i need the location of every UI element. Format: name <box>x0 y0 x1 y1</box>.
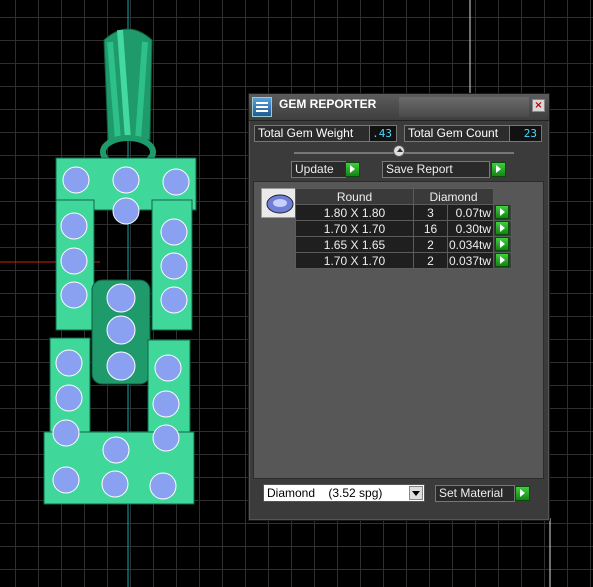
material-select[interactable]: Diamond (3.52 spg) <box>263 484 425 502</box>
gem-carat: 0.07tw <box>447 204 494 221</box>
save-report-button[interactable]: Save Report <box>382 161 490 178</box>
report-area: Round Diamond 1.80 X 1.80 3 0.07tw 1.70 … <box>253 181 544 479</box>
gem-count: 16 <box>413 220 448 237</box>
material-select-value: Diamond (3.52 spg) <box>267 486 383 500</box>
set-material-go-icon[interactable] <box>515 486 530 501</box>
header-material: Diamond <box>413 188 494 205</box>
table-row[interactable]: 1.65 X 1.65 2 0.034tw <box>295 236 512 253</box>
gem-count: 2 <box>413 252 448 269</box>
gem-size: 1.80 X 1.80 <box>295 204 414 221</box>
gem-reporter-logo-icon <box>252 97 272 117</box>
total-gem-count-value: 23 <box>509 125 542 142</box>
gem-table: Round Diamond 1.80 X 1.80 3 0.07tw 1.70 … <box>295 188 512 269</box>
set-material-button[interactable]: Set Material <box>435 485 515 502</box>
save-report-go-icon[interactable] <box>491 162 506 177</box>
table-row[interactable]: 1.70 X 1.70 16 0.30tw <box>295 220 512 237</box>
total-gem-weight-value: .43 <box>369 125 397 142</box>
header-shape: Round <box>295 188 414 205</box>
update-button[interactable]: Update <box>291 161 346 178</box>
title-bar[interactable]: GEM REPORTER × <box>249 94 549 121</box>
chevron-down-icon[interactable] <box>409 486 423 500</box>
gem-count: 2 <box>413 236 448 253</box>
gem-carat: 0.034tw <box>447 236 494 253</box>
gem-reporter-panel: GEM REPORTER × Total Gem Weight .43 Tota… <box>248 93 550 521</box>
gem-carat: 0.037tw <box>447 252 494 269</box>
table-row[interactable]: 1.70 X 1.70 2 0.037tw <box>295 252 512 269</box>
slider-thumb[interactable] <box>393 145 405 157</box>
gem-size: 1.70 X 1.70 <box>295 220 414 237</box>
panel-title: GEM REPORTER <box>279 97 377 111</box>
title-gripper[interactable] <box>399 97 529 117</box>
row-go-icon[interactable] <box>495 253 509 267</box>
round-gem-icon <box>261 188 297 218</box>
update-go-icon[interactable] <box>345 162 360 177</box>
row-go-icon[interactable] <box>495 221 509 235</box>
row-go-icon[interactable] <box>495 237 509 251</box>
table-row[interactable]: 1.80 X 1.80 3 0.07tw <box>295 204 512 221</box>
gem-count: 3 <box>413 204 448 221</box>
row-go-icon[interactable] <box>495 205 509 219</box>
gem-size: 1.70 X 1.70 <box>295 252 414 269</box>
close-icon[interactable]: × <box>532 99 545 112</box>
gem-size: 1.65 X 1.65 <box>295 236 414 253</box>
gem-carat: 0.30tw <box>447 220 494 237</box>
